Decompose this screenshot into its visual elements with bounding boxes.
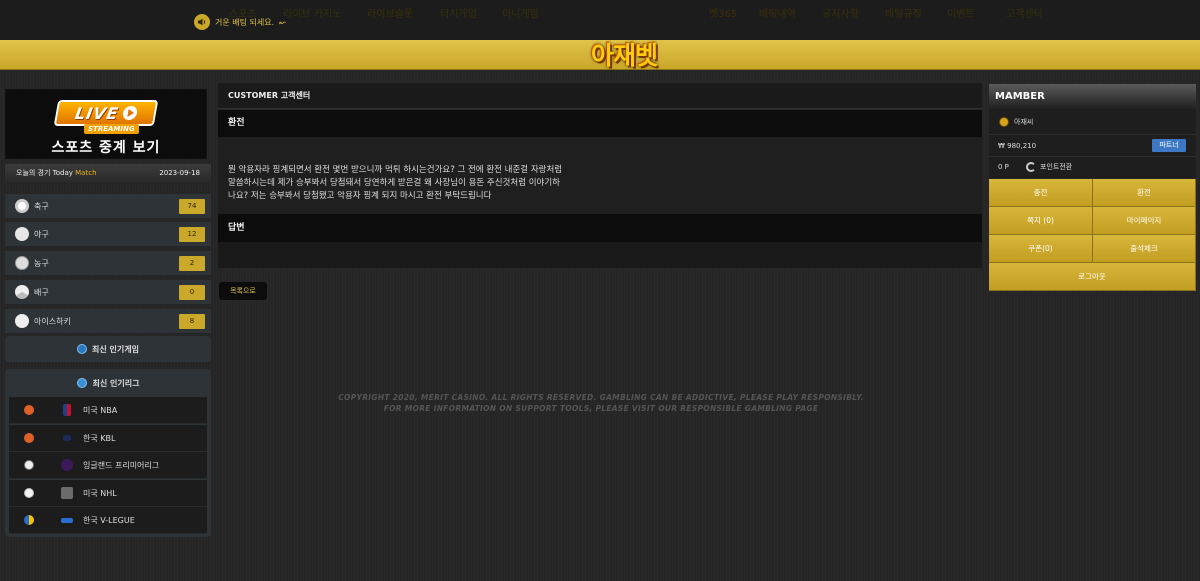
globe-icon bbox=[76, 378, 87, 388]
sport-label: 야구 bbox=[34, 229, 49, 239]
sport-row-volleyball[interactable]: 배구 0 bbox=[5, 280, 211, 305]
copyright-line: COPYRIGHT 2020, MERIT CASINO. ALL RIGHTS… bbox=[338, 393, 864, 402]
popular-leagues-title: 최신 인기리그 bbox=[92, 378, 140, 388]
answer-body bbox=[218, 242, 982, 268]
live-badge: LIVE bbox=[53, 100, 159, 126]
league-name: 잉글랜드 프리미어리그 bbox=[83, 461, 160, 470]
speaker-icon bbox=[194, 14, 210, 30]
live-streaming-banner[interactable]: LIVE STREAMING 스포츠 중계 보기 bbox=[5, 89, 207, 159]
sport-row-basketball[interactable]: 농구 2 bbox=[5, 251, 211, 276]
play-icon bbox=[121, 106, 138, 120]
sport-row-soccer[interactable]: 축구 74 bbox=[5, 194, 211, 219]
basketball-icon bbox=[24, 433, 34, 443]
deposit-button[interactable]: 충전 bbox=[989, 179, 1093, 207]
answer-header: 답변 bbox=[218, 214, 982, 242]
popular-games-label: 최신 인기게임 bbox=[92, 344, 139, 354]
sport-count: 74 bbox=[179, 199, 205, 214]
league-name: 미국 NBA bbox=[83, 406, 118, 415]
point-convert-button[interactable]: 포인트전환 bbox=[1026, 162, 1072, 172]
point-convert-label: 포인트전환 bbox=[1040, 163, 1073, 171]
league-name: 한국 KBL bbox=[83, 434, 116, 443]
league-row-nhl[interactable]: 미국 NHL bbox=[9, 480, 207, 507]
league-row-vleague[interactable]: 한국 V-LEGUE bbox=[9, 507, 207, 534]
mypage-button[interactable]: 마이페이지 bbox=[1093, 207, 1196, 235]
back-to-list-button[interactable]: 목록으로 bbox=[219, 282, 267, 300]
messages-button[interactable]: 쪽지 (0) bbox=[989, 207, 1093, 235]
volleyball-icon bbox=[15, 285, 29, 299]
premier-league-logo-icon bbox=[61, 459, 73, 471]
today-label: 오늘의 경기 Today Match bbox=[16, 168, 97, 178]
post-subject: 환전 bbox=[218, 110, 982, 137]
baseball-icon bbox=[15, 227, 29, 241]
sport-count: 12 bbox=[179, 227, 205, 242]
today-label-match: Match bbox=[75, 169, 97, 177]
popular-leagues-header: 최신 인기리그 bbox=[5, 369, 211, 397]
basketball-icon bbox=[15, 256, 29, 270]
logout-button[interactable]: 로그아웃 bbox=[989, 263, 1196, 291]
member-user: 아재씨 bbox=[989, 110, 1196, 135]
league-name: 한국 V-LEGUE bbox=[83, 516, 135, 525]
sport-row-baseball[interactable]: 야구 12 bbox=[5, 222, 211, 247]
kbl-logo-icon bbox=[63, 435, 71, 441]
vleague-logo-icon bbox=[61, 518, 73, 523]
soccer-icon bbox=[24, 460, 34, 470]
sport-label: 농구 bbox=[34, 258, 49, 268]
nav-customer-center[interactable]: 고객센터 bbox=[1006, 0, 1043, 30]
sport-label: 아이스하키 bbox=[34, 316, 71, 326]
sport-label: 축구 bbox=[34, 201, 49, 211]
nav-touch-game[interactable]: 터치게임 bbox=[440, 0, 477, 30]
nav-live-slot[interactable]: 라이브슬롯 bbox=[367, 0, 413, 30]
league-row-nba[interactable]: 미국 NBA bbox=[9, 397, 207, 424]
live-title: 스포츠 중계 보기 bbox=[51, 140, 161, 156]
nhl-logo-icon bbox=[61, 487, 73, 499]
baseball-icon bbox=[24, 488, 34, 498]
attendance-button[interactable]: 출석체크 bbox=[1093, 235, 1196, 263]
member-points: 0 P bbox=[989, 157, 1196, 178]
trophy-icon bbox=[77, 344, 88, 354]
today-date: 2023-09-18 bbox=[159, 169, 200, 177]
post-body: 뭔 악용자라 핑계되면서 환전 몇번 받으니까 먹튀 하시는건가요? 그 전에 … bbox=[218, 137, 982, 214]
sport-count: 8 bbox=[179, 314, 205, 329]
copyright-line: FOR MORE INFORMATION ON SUPPORT TOOLS, P… bbox=[383, 404, 819, 413]
league-row-epl[interactable]: 잉글랜드 프리미어리그 bbox=[9, 452, 207, 479]
page-title: CUSTOMER 고객센터 bbox=[218, 83, 982, 109]
nav-notice[interactable]: 공지사항 bbox=[822, 0, 859, 30]
nav-sports[interactable]: 스포츠 bbox=[229, 0, 257, 30]
member-username: 아재씨 bbox=[1014, 118, 1034, 126]
sport-label: 배구 bbox=[34, 287, 49, 297]
level-medal-icon bbox=[999, 117, 1009, 127]
nav-bet-history[interactable]: 베팅내역 bbox=[759, 0, 796, 30]
nba-logo-icon bbox=[63, 404, 71, 416]
partner-button[interactable]: 파트너 bbox=[1152, 139, 1186, 152]
soccer-icon bbox=[15, 199, 29, 213]
sport-count: 2 bbox=[179, 256, 205, 271]
league-row-kbl[interactable]: 한국 KBL bbox=[9, 425, 207, 452]
post-body-line: 말씀하시는데 제가 승부봐서 당첨돼서 당연하게 받은걸 왜 사장님이 용돈 주… bbox=[228, 178, 561, 188]
basketball-icon bbox=[24, 405, 34, 415]
footer-copyright: COPYRIGHT 2020, MERIT CASINO. ALL RIGHTS… bbox=[305, 392, 897, 414]
streaming-label: STREAMING bbox=[84, 124, 139, 134]
hockey-icon bbox=[15, 314, 29, 328]
withdraw-button[interactable]: 환전 bbox=[1093, 179, 1196, 207]
sport-count: 0 bbox=[179, 285, 205, 300]
nav-live-casino[interactable]: 라이브 카지노 bbox=[283, 0, 341, 30]
sport-row-hockey[interactable]: 아이스하키 8 bbox=[5, 309, 211, 334]
today-label-prefix: 오늘의 경기 Today bbox=[16, 169, 73, 177]
popular-games-button[interactable]: 최신 인기게임 bbox=[5, 336, 211, 362]
league-name: 미국 NHL bbox=[83, 489, 117, 498]
live-badge-text: LIVE bbox=[73, 103, 121, 123]
refresh-icon bbox=[1026, 162, 1036, 172]
today-match-bar: 오늘의 경기 Today Match 2023-09-18 bbox=[5, 164, 211, 182]
coupon-button[interactable]: 쿠폰(0) bbox=[989, 235, 1093, 263]
member-panel-header: MAMBER bbox=[989, 84, 1196, 110]
post-body-line: 뭔 악용자라 핑계되면서 환전 몇번 받으니까 먹튀 하시는건가요? 그 전에 … bbox=[228, 165, 563, 175]
nav-bet365[interactable]: 벳365 bbox=[709, 0, 737, 30]
volleyball-icon bbox=[24, 515, 34, 525]
nav-mini-game[interactable]: 미니게임 bbox=[502, 0, 539, 30]
site-logo[interactable]: 아재벳 bbox=[583, 36, 665, 72]
post-body-line: 나요? 저는 승부봐서 당첨됐고 악용자 핑계 되지 마시고 환전 부탁드립니다 bbox=[228, 191, 492, 201]
nav-bet-rules[interactable]: 배팅규정 bbox=[885, 0, 922, 30]
nav-event[interactable]: 이벤트 bbox=[947, 0, 975, 30]
